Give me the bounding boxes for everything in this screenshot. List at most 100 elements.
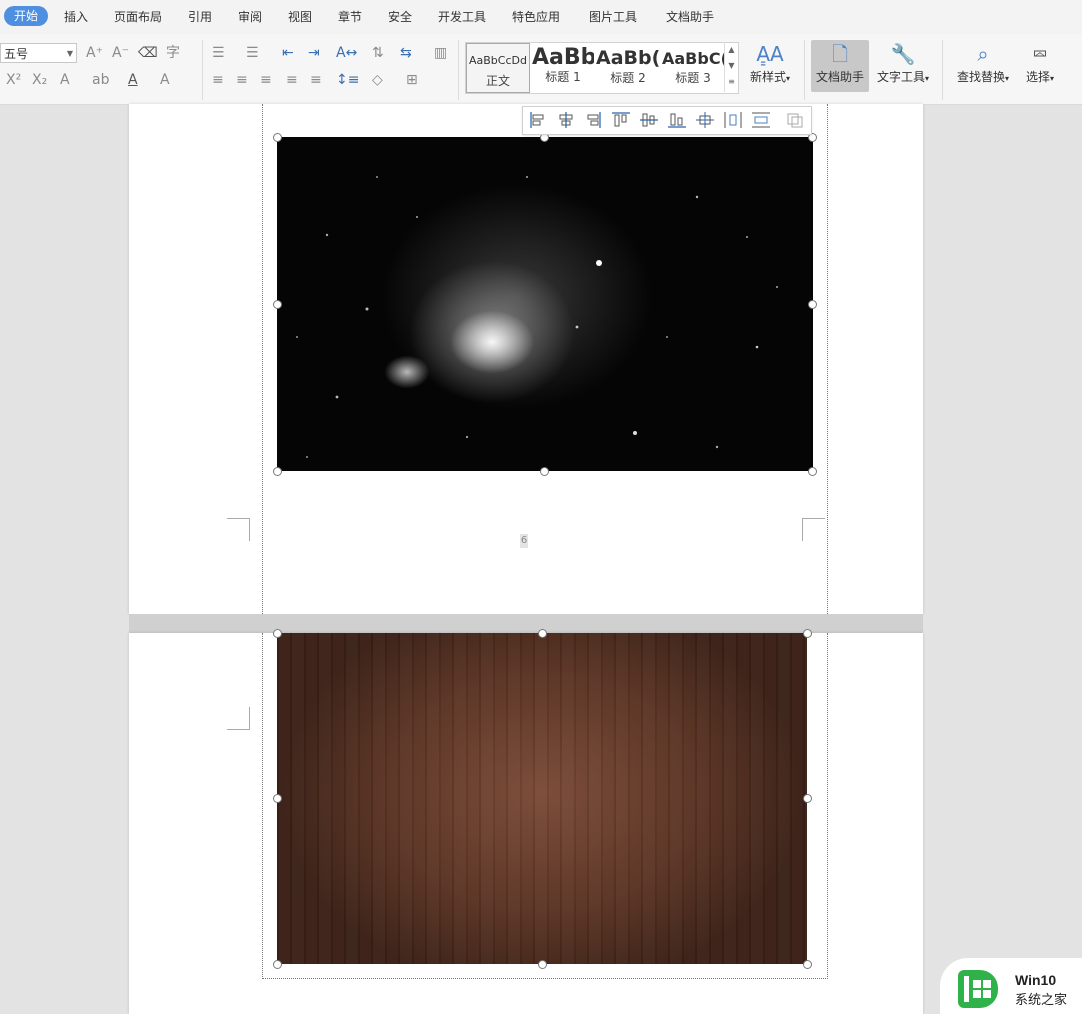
find-replace-button[interactable]: ⌕ 查找替换▾ — [952, 40, 1014, 92]
resize-handle[interactable] — [803, 960, 812, 969]
select-button[interactable]: ⮹ 选择▾ — [1020, 40, 1060, 92]
menu-tab-picture-tools[interactable]: 图片工具 — [589, 8, 637, 25]
resize-handle[interactable] — [273, 467, 282, 476]
shrink-font-icon[interactable]: A⁻ — [112, 45, 129, 61]
new-style-button[interactable]: A͇A 新样式▾ — [744, 40, 796, 92]
show-hide-icon[interactable]: ⇆ — [400, 45, 412, 61]
margin-corner-mark — [227, 707, 250, 730]
text-effect-icon[interactable]: A — [60, 72, 70, 88]
align-center-icon[interactable] — [556, 111, 576, 129]
shading-icon[interactable]: ◇ — [372, 72, 383, 88]
align-bottom-icon[interactable] — [667, 111, 687, 129]
align-right-icon[interactable] — [583, 111, 603, 129]
sort-icon[interactable]: ⇅ — [372, 45, 384, 61]
resize-handle[interactable] — [540, 467, 549, 476]
font-size-select[interactable]: 五号 ▼ — [0, 43, 77, 63]
resize-handle[interactable] — [273, 794, 282, 803]
resize-handle[interactable] — [808, 467, 817, 476]
wrench-icon: 🔧 — [890, 42, 916, 66]
decrease-indent-icon[interactable]: ⇤ — [282, 45, 294, 61]
align-center-icon[interactable]: ≡ — [236, 72, 248, 88]
increase-indent-icon[interactable]: ⇥ — [308, 45, 320, 61]
ribbon-separator — [458, 40, 459, 100]
align-top-icon[interactable] — [611, 111, 631, 129]
menu-tab-view[interactable]: 视图 — [288, 8, 312, 25]
style-sample: AaBb — [532, 45, 594, 70]
wood-texture-image[interactable] — [277, 633, 807, 964]
style-sample: AaBb( — [596, 47, 660, 69]
resize-handle[interactable] — [538, 960, 547, 969]
menu-tab-security[interactable]: 安全 — [388, 8, 412, 25]
style-heading-3[interactable]: AaBbC( 标题 3 — [662, 43, 724, 93]
style-normal[interactable]: AaBbCcDd 正文 — [466, 43, 530, 93]
ribbon-separator — [202, 40, 203, 100]
margin-corner-mark — [802, 518, 825, 541]
win10-logo-icon — [958, 970, 998, 1008]
ribbon-separator — [942, 40, 943, 100]
align-left-icon[interactable]: ≡ — [212, 72, 224, 88]
style-heading-2[interactable]: AaBb( 标题 2 — [596, 43, 660, 93]
align-right-icon[interactable]: ≡ — [260, 72, 272, 88]
style-gallery-scroll[interactable]: ▲ ▼ ≡ — [724, 42, 738, 92]
menu-tab-developer[interactable]: 开发工具 — [438, 8, 486, 25]
font-color-icon[interactable]: A — [128, 72, 138, 88]
bullet-list-icon[interactable]: ☰ — [212, 45, 225, 61]
style-sample: AaBbCcDd — [469, 54, 527, 67]
numbered-list-icon[interactable]: ☰ — [246, 45, 259, 61]
select-label: 选择 — [1025, 70, 1050, 84]
style-gallery: AaBbCcDd 正文 AaBb 标题 1 AaBb( 标题 2 AaBbC( … — [465, 42, 739, 94]
style-sample: AaBbC( — [662, 49, 724, 68]
star-field — [296, 176, 778, 458]
style-name: 标题 1 — [545, 70, 581, 84]
line-spacing-icon[interactable]: ↕≡ — [336, 72, 359, 88]
menu-tab-doc-helper[interactable]: 文档助手 — [666, 8, 714, 25]
page-number: 6 — [520, 534, 528, 548]
search-icon: ⌕ — [977, 42, 989, 66]
menu-tab-chapter[interactable]: 章节 — [338, 8, 362, 25]
resize-handle[interactable] — [808, 300, 817, 309]
resize-handle[interactable] — [803, 794, 812, 803]
align-center-both-icon[interactable] — [695, 111, 715, 129]
subscript-icon[interactable]: X₂ — [32, 72, 47, 88]
menu-tab-page-layout[interactable]: 页面布局 — [114, 8, 162, 25]
text-tools-button[interactable]: 🔧 文字工具▾ — [872, 40, 934, 92]
menu-tab-references[interactable]: 引用 — [188, 8, 212, 25]
menu-tab-start[interactable]: 开始 — [4, 6, 48, 26]
chevron-down-icon: ▼ — [66, 49, 73, 58]
align-middle-icon[interactable] — [639, 111, 659, 129]
doc-helper-icon: 🗋 — [831, 42, 849, 66]
distributed-icon[interactable]: ≡ — [310, 72, 322, 88]
superscript-icon[interactable]: X² — [6, 72, 21, 88]
clear-format-icon[interactable]: ⌫ — [138, 45, 158, 61]
nebula-image[interactable] — [277, 137, 813, 471]
distribute-vertical-icon[interactable] — [751, 111, 771, 129]
watermark-title: Win10 — [1015, 972, 1057, 988]
strikethrough-icon[interactable]: ab — [92, 72, 109, 88]
menu-tab-insert[interactable]: 插入 — [64, 8, 88, 25]
table-icon[interactable]: ▥ — [434, 45, 447, 61]
find-replace-label: 查找替换 — [956, 70, 1005, 84]
distribute-horizontal-icon[interactable] — [723, 111, 743, 129]
justify-icon[interactable]: ≡ — [286, 72, 298, 88]
resize-handle[interactable] — [273, 960, 282, 969]
char-shading-icon[interactable]: A — [160, 72, 170, 88]
ribbon-separator — [804, 40, 805, 100]
layout-options-icon[interactable] — [785, 111, 805, 129]
resize-handle[interactable] — [273, 133, 282, 142]
grow-font-icon[interactable]: A⁺ — [86, 45, 103, 61]
menu-tab-features[interactable]: 特色应用 — [512, 8, 560, 25]
resize-handle[interactable] — [273, 629, 282, 638]
border-icon[interactable]: ⊞ — [406, 72, 418, 88]
ribbon: 五号 ▼ A⁺ A⁻ ⌫ 字 X² X₂ A ab A A ☰ ☰ ⇤ ⇥ A↔… — [0, 34, 1082, 105]
picture-align-toolbar — [522, 106, 812, 135]
align-left-icon[interactable] — [528, 111, 548, 129]
resize-handle[interactable] — [273, 300, 282, 309]
phonetic-icon[interactable]: 字 — [166, 45, 180, 61]
resize-handle[interactable] — [803, 629, 812, 638]
text-direction-icon[interactable]: A↔ — [336, 45, 357, 61]
menu-bar: 开始 插入 页面布局 引用 审阅 视图 章节 安全 开发工具 特色应用 图片工具… — [0, 0, 1082, 34]
resize-handle[interactable] — [538, 629, 547, 638]
style-heading-1[interactable]: AaBb 标题 1 — [532, 43, 594, 93]
doc-helper-button[interactable]: 🗋 文档助手 — [811, 40, 869, 92]
menu-tab-review[interactable]: 审阅 — [238, 8, 262, 25]
